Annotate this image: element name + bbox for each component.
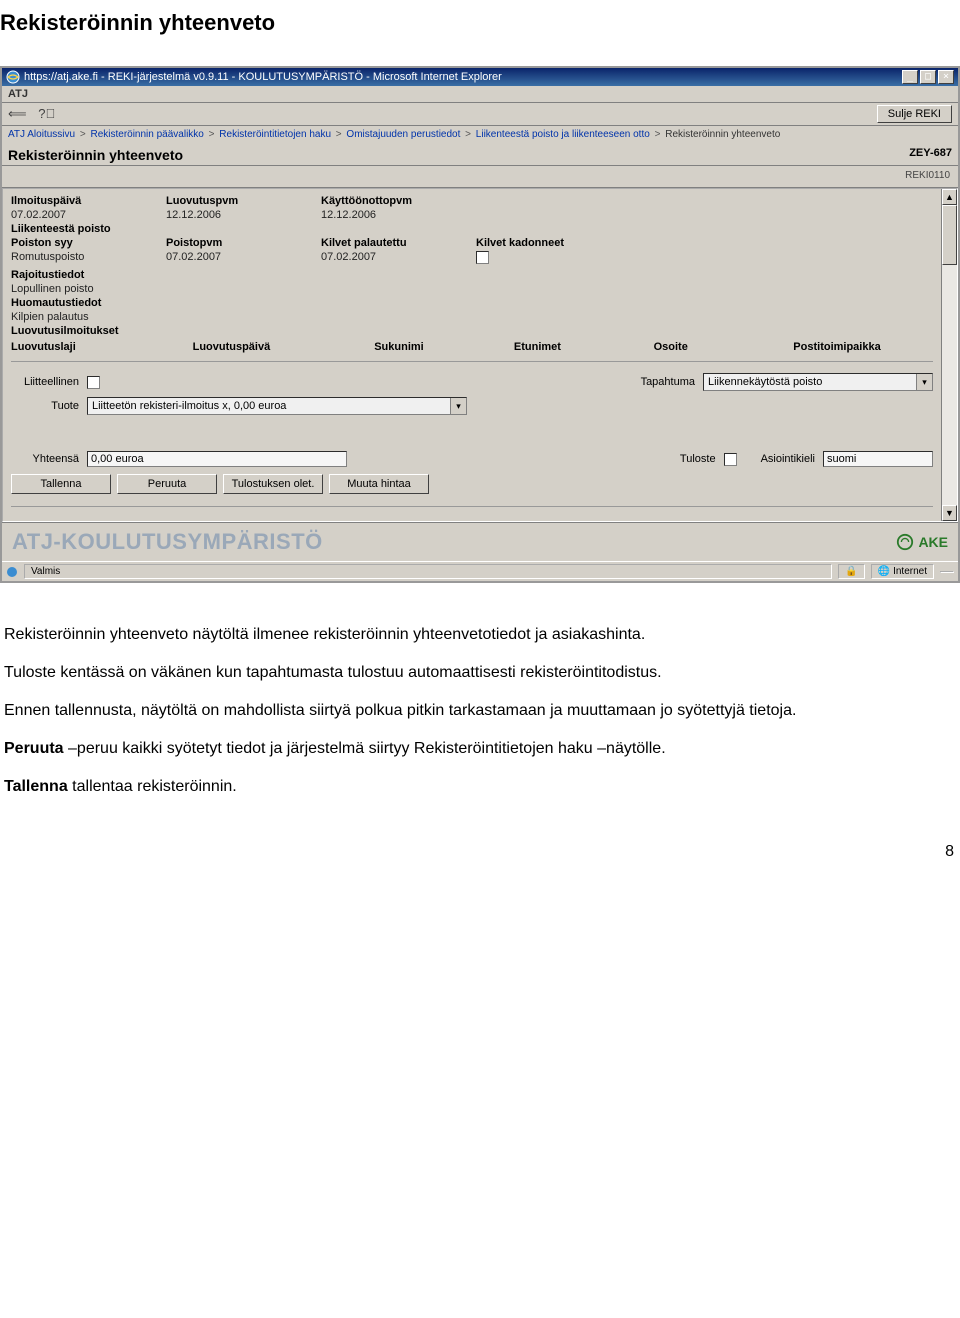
col-luovutuslaji: Luovutuslaji	[11, 341, 193, 353]
print-settings-button[interactable]: Tulostuksen olet.	[223, 474, 323, 494]
value-kayttoonottopvm: 12.12.2006	[321, 209, 468, 221]
divider	[11, 506, 933, 507]
paragraph: Peruuta –peruu kaikki syötetyt tiedot ja…	[4, 737, 956, 761]
close-reki-button[interactable]: Sulje REKI	[877, 105, 952, 123]
breadcrumb: ATJ Aloitussivu > Rekisteröinnin päävali…	[2, 126, 958, 143]
input-yhteensa	[87, 451, 347, 467]
col-postitoimipaikka: Postitoimipaikka	[793, 341, 933, 353]
checkbox-tuloste[interactable]	[724, 453, 737, 466]
scroll-down-button[interactable]: ▼	[942, 505, 957, 521]
browser-window: https://atj.ake.fi - REKI-järjestelmä v0…	[0, 66, 960, 583]
reference-bar: REKI0110	[2, 166, 958, 188]
environment-banner: ATJ-KOULUTUSYMPÄRISTÖ AKE	[2, 522, 958, 561]
label-asiointikieli: Asiointikieli	[761, 453, 817, 465]
toolbar: ⟸ ?⃝ Sulje REKI	[2, 103, 958, 126]
checkbox-kilvet-kadonneet[interactable]	[476, 251, 489, 264]
page-number: 8	[0, 823, 960, 871]
maximize-button[interactable]: □	[920, 70, 936, 84]
titlebar: https://atj.ake.fi - REKI-järjestelmä v0…	[2, 68, 958, 86]
resize-grip[interactable]	[940, 571, 954, 573]
label-yhteensa: Yhteensä	[11, 453, 81, 465]
chevron-down-icon[interactable]: ▾	[916, 374, 932, 390]
scroll-up-button[interactable]: ▲	[942, 189, 957, 205]
details-grid: Ilmoituspäivä Luovutuspvm Käyttöönottopv…	[11, 195, 933, 337]
select-tuote[interactable]: Liitteetön rekisteri-ilmoitus x, 0,00 eu…	[87, 397, 467, 415]
close-window-button[interactable]: ×	[938, 70, 954, 84]
value-luovutuspvm: 12.12.2006	[166, 209, 313, 221]
breadcrumb-item[interactable]: Rekisteröinnin päävalikko	[90, 129, 203, 140]
col-osoite: Osoite	[654, 341, 794, 353]
label-luovutuspvm: Luovutuspvm	[166, 195, 313, 207]
globe-icon: 🌐	[878, 566, 890, 577]
breadcrumb-item[interactable]: Rekisteröintitietojen haku	[219, 129, 331, 140]
ie-icon	[6, 70, 20, 84]
page-title: Rekisteröinnin yhteenveto	[8, 147, 183, 163]
banner-text: ATJ-KOULUTUSYMPÄRISTÖ	[12, 529, 323, 555]
scroll-thumb[interactable]	[942, 205, 957, 265]
document-body: Rekisteröinnin yhteenveto näytöltä ilmen…	[0, 583, 960, 823]
label-liikenteesta-poisto: Liikenteestä poisto	[11, 223, 933, 235]
value-poiston-syy: Romutuspoisto	[11, 251, 158, 267]
back-icon[interactable]: ⟸	[8, 106, 27, 121]
label-luovutusilmoitukset: Luovutusilmoitukset	[11, 325, 933, 337]
ie-small-icon	[6, 566, 18, 578]
col-sukunimi: Sukunimi	[374, 341, 514, 353]
label-kayttoonottopvm: Käyttöönottopvm	[321, 195, 468, 207]
paragraph: Ennen tallennusta, näytöltä on mahdollis…	[4, 699, 956, 723]
app-name-bar: ATJ	[2, 86, 958, 103]
label-poiston-syy: Poiston syy	[11, 237, 158, 249]
paragraph: Tuloste kentässä on väkänen kun tapahtum…	[4, 661, 956, 685]
label-rajoitustiedot: Rajoitustiedot	[11, 269, 933, 281]
save-button[interactable]: Tallenna	[11, 474, 111, 494]
value-ilmoituspaiva: 07.02.2007	[11, 209, 158, 221]
value-poistopvm: 07.02.2007	[166, 251, 313, 267]
label-liitteellinen: Liitteellinen	[11, 376, 81, 388]
paragraph: Rekisteröinnin yhteenveto näytöltä ilmen…	[4, 623, 956, 647]
minimize-button[interactable]: _	[902, 70, 918, 84]
breadcrumb-item[interactable]: Omistajuuden perustiedot	[346, 129, 460, 140]
cancel-button[interactable]: Peruuta	[117, 474, 217, 494]
paragraph: Tallenna tallentaa rekisteröinnin.	[4, 775, 956, 799]
ake-logo: AKE	[896, 533, 948, 551]
document-title: Rekisteröinnin yhteenveto	[0, 0, 960, 66]
zone-indicator: 🌐 Internet	[871, 564, 934, 579]
status-text: Valmis	[24, 564, 832, 579]
select-tuote-value: Liitteetön rekisteri-ilmoitus x, 0,00 eu…	[88, 400, 450, 412]
select-tapahtuma-value: Liikennekäytöstä poisto	[704, 376, 916, 388]
breadcrumb-item[interactable]: Liikenteestä poisto ja liikenteeseen ott…	[476, 129, 650, 140]
label-tapahtuma: Tapahtuma	[641, 376, 697, 388]
label-tuloste: Tuloste	[680, 453, 718, 465]
checkbox-liitteellinen[interactable]	[87, 376, 100, 389]
divider	[11, 361, 933, 362]
value-kilpien-palautus: Kilpien palautus	[11, 311, 933, 323]
value-lopullinen-poisto: Lopullinen poisto	[11, 283, 933, 295]
change-price-button[interactable]: Muuta hintaa	[329, 474, 429, 494]
label-huomautustiedot: Huomautustiedot	[11, 297, 933, 309]
breadcrumb-current: Rekisteröinnin yhteenveto	[665, 129, 780, 140]
col-luovutuspaiva: Luovutuspäivä	[193, 341, 375, 353]
chevron-down-icon[interactable]: ▾	[450, 398, 466, 414]
input-asiointikieli	[823, 451, 933, 467]
action-buttons: Tallenna Peruuta Tulostuksen olet. Muuta…	[11, 470, 933, 498]
label-kilvet-kadonneet: Kilvet kadonneet	[476, 237, 623, 249]
label-kilvet-palautettu: Kilvet palautettu	[321, 237, 468, 249]
help-icon[interactable]: ?⃝	[38, 106, 55, 121]
status-bar: Valmis 🔒 🌐 Internet	[2, 561, 958, 581]
lock-icon: 🔒	[838, 564, 864, 579]
columns-header: Luovutuslaji Luovutuspäivä Sukunimi Etun…	[11, 337, 933, 353]
scroll-track[interactable]	[942, 265, 957, 505]
breadcrumb-item[interactable]: ATJ Aloitussivu	[8, 129, 75, 140]
label-poistopvm: Poistopvm	[166, 237, 313, 249]
content-header: Rekisteröinnin yhteenveto ZEY-687	[2, 143, 958, 166]
select-tapahtuma[interactable]: Liikennekäytöstä poisto ▾	[703, 373, 933, 391]
value-kilvet-palautettu: 07.02.2007	[321, 251, 468, 267]
window-title: https://atj.ake.fi - REKI-järjestelmä v0…	[24, 71, 902, 83]
vertical-scrollbar[interactable]: ▲ ▼	[941, 189, 957, 521]
label-tuote: Tuote	[11, 400, 81, 412]
plate-number: ZEY-687	[909, 147, 952, 163]
label-ilmoituspaiva: Ilmoituspäivä	[11, 195, 158, 207]
col-etunimet: Etunimet	[514, 341, 654, 353]
